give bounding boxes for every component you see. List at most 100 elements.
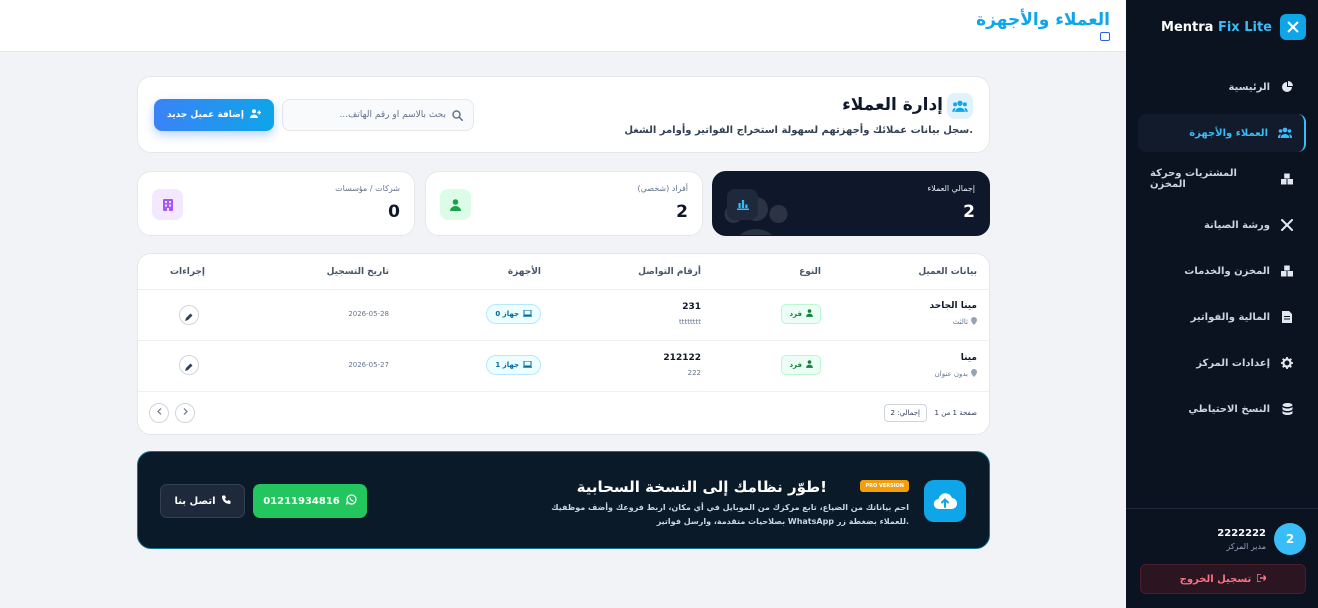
next-page-button[interactable] — [175, 403, 195, 423]
chevron-left-icon — [156, 408, 162, 418]
search-icon — [452, 106, 464, 125]
prev-page-button[interactable] — [149, 403, 169, 423]
sidebar-item-label: الرئيسية — [1228, 81, 1270, 93]
stat-companies: شركات / مؤسسات 0 — [137, 171, 415, 236]
section-title: إدارة العملاء — [842, 95, 943, 115]
cloud-upload-icon — [924, 480, 966, 522]
avatar[interactable]: 2 — [1274, 523, 1306, 555]
col-header-date[interactable]: تاريخ التسجيل — [327, 267, 389, 277]
sidebar-item-inventory[interactable]: المخزن والخدمات — [1138, 252, 1306, 290]
pencil-icon — [185, 356, 193, 375]
whatsapp-icon — [345, 494, 357, 508]
store-icon — [1100, 32, 1110, 41]
whatsapp-button[interactable]: 01211934816 — [253, 484, 367, 518]
pro-badge: PRO VERSION — [860, 480, 909, 492]
chevron-right-icon — [183, 408, 188, 418]
location-pin-icon — [971, 317, 977, 327]
contact-us-button[interactable]: اتصل بنا — [160, 484, 245, 518]
laptop-icon — [523, 360, 532, 370]
whatsapp-number: 01211934816 — [263, 495, 340, 507]
pro-upgrade-banner: طوّر نظامك إلى النسخة السحابية! PRO VERS… — [137, 451, 990, 549]
sidebar-item-settings[interactable]: إعدادات المركز — [1138, 344, 1306, 382]
customers-table: بيانات العميل النوع أرقام التواصل الأجهز… — [137, 253, 990, 435]
pencil-icon — [185, 306, 193, 325]
devices-badge[interactable]: 1 جهاز — [486, 355, 541, 375]
sidebar-item-backup[interactable]: النسخ الاحتياطي — [1138, 390, 1306, 428]
boxes-icon — [1281, 172, 1294, 186]
sidebar-item-purchases[interactable]: المشتريات وحركة المخزن — [1138, 160, 1306, 198]
user-icon — [440, 189, 471, 220]
divider — [138, 340, 989, 341]
promo-text: احم بياناتك من الضياع، تابع مركزك من الم… — [551, 503, 909, 526]
brand[interactable]: Mentra Fix Lite — [1161, 14, 1306, 40]
col-header-client[interactable]: بيانات العميل — [918, 267, 977, 277]
type-badge: فرد — [781, 355, 821, 375]
stat-label: شركات / مؤسسات — [335, 184, 400, 193]
edit-button[interactable] — [179, 305, 199, 325]
user-panel: 2 2222222 مدير المركز تسجيل الخروج — [1126, 508, 1318, 608]
location-pin-icon — [971, 369, 977, 379]
page-info: صفحة 1 من 1 — [934, 409, 977, 417]
sidebar-item-finance[interactable]: المالية والفواتير — [1138, 298, 1306, 336]
sidebar-item-label: إعدادات المركز — [1196, 357, 1270, 369]
add-customer-button[interactable]: إضافة عميل جديد — [154, 99, 274, 131]
phone-secondary: 222 — [687, 369, 701, 377]
divider — [138, 391, 989, 392]
phone-primary: 212122 — [663, 353, 701, 363]
sidebar-item-label: المخزن والخدمات — [1184, 265, 1270, 277]
users-icon — [947, 93, 973, 119]
sidebar-item-home[interactable]: الرئيسية — [1138, 68, 1306, 106]
topbar: العملاء والأجهزة — [0, 0, 1126, 52]
client-address: ثالثث — [953, 317, 977, 327]
stat-label: أفراد (شخصي) — [637, 184, 688, 193]
client-name[interactable]: مينا — [961, 353, 977, 363]
section-subtitle: سجل بيانات عملائك وأجهزتهم لسهولة استخرا… — [624, 125, 973, 136]
client-address: بدون عنوان — [935, 369, 977, 379]
total-count: إجمالي: 2 — [883, 404, 927, 422]
sidebar: Mentra Fix Lite الرئيسية العملاء والأجهز… — [1126, 0, 1318, 608]
col-header-phones[interactable]: أرقام التواصل — [638, 267, 701, 277]
add-customer-label: إضافة عميل جديد — [167, 110, 244, 120]
stat-value: 2 — [963, 202, 975, 222]
bar-chart-icon — [727, 189, 758, 220]
stat-total-customers: إجمالي العملاء 2 — [712, 171, 990, 236]
logout-button[interactable]: تسجيل الخروج — [1140, 564, 1306, 594]
sidebar-item-label: ورشة الصيانة — [1203, 219, 1270, 231]
page-title: العملاء والأجهزة — [976, 10, 1110, 30]
tools-icon — [1280, 14, 1306, 40]
col-header-actions: إجراءات — [170, 267, 205, 277]
invoice-icon — [1280, 310, 1294, 324]
sidebar-item-label: المشتريات وحركة المخزن — [1150, 168, 1237, 190]
col-header-type[interactable]: النوع — [799, 267, 821, 277]
user-row: 2 2222222 مدير المركز — [1217, 523, 1306, 555]
logout-icon — [1256, 572, 1268, 585]
edit-button[interactable] — [179, 355, 199, 375]
registration-date: 2026-05-28 — [348, 310, 389, 318]
user-icon — [806, 360, 813, 370]
divider — [138, 289, 989, 290]
user-role: مدير المركز — [1226, 541, 1266, 551]
boxes-icon — [1280, 264, 1294, 278]
stat-individuals: أفراد (شخصي) 2 — [425, 171, 703, 236]
stat-value: 2 — [676, 202, 688, 222]
phone-primary: 231 — [682, 302, 701, 312]
search-input[interactable] — [296, 110, 446, 120]
phone-icon — [221, 495, 231, 507]
sidebar-item-customers[interactable]: العملاء والأجهزة — [1138, 114, 1306, 152]
contact-label: اتصل بنا — [174, 495, 216, 507]
brand-name: Mentra Fix Lite — [1161, 19, 1272, 35]
user-info: 2222222 مدير المركز — [1217, 528, 1266, 551]
devices-badge[interactable]: 0 جهاز — [486, 304, 541, 324]
stat-value: 0 — [388, 202, 400, 222]
col-header-devices[interactable]: الأجهزة — [508, 267, 541, 277]
user-plus-icon — [249, 109, 262, 121]
building-icon — [152, 189, 183, 220]
sidebar-item-workshop[interactable]: ورشة الصيانة — [1138, 206, 1306, 244]
gear-icon — [1280, 356, 1294, 370]
user-name: 2222222 — [1217, 527, 1266, 539]
pie-chart-icon — [1280, 80, 1294, 94]
logout-label: تسجيل الخروج — [1179, 573, 1252, 585]
client-name[interactable]: مينا الجاحد — [930, 301, 977, 311]
sidebar-item-label: النسخ الاحتياطي — [1188, 403, 1270, 415]
promo-title: طوّر نظامك إلى النسخة السحابية! — [576, 478, 827, 496]
